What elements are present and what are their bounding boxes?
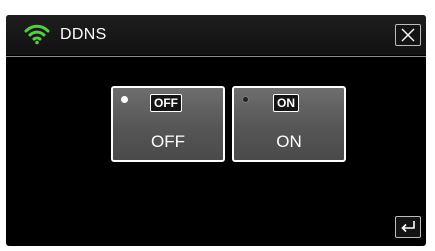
ddns-on-button[interactable]: ON ON: [232, 86, 346, 162]
ddns-settings-screen: DDNS OFF OFF ON ON: [6, 15, 426, 246]
option-label-off: OFF: [151, 132, 185, 151]
back-button[interactable]: [395, 216, 421, 238]
off-icon: OFF: [150, 94, 182, 112]
title-bar: DDNS: [6, 15, 426, 55]
option-label-on: ON: [276, 132, 302, 151]
radio-indicator-unselected: [242, 96, 249, 103]
return-icon: [401, 221, 415, 233]
on-icon: ON: [273, 94, 299, 112]
page-title: DDNS: [60, 26, 107, 43]
ddns-off-button[interactable]: OFF OFF: [111, 86, 225, 162]
close-button[interactable]: [395, 24, 421, 46]
title-divider: [6, 56, 426, 57]
close-icon: [401, 28, 415, 42]
wifi-icon: [24, 23, 50, 45]
radio-indicator-selected: [121, 96, 128, 103]
